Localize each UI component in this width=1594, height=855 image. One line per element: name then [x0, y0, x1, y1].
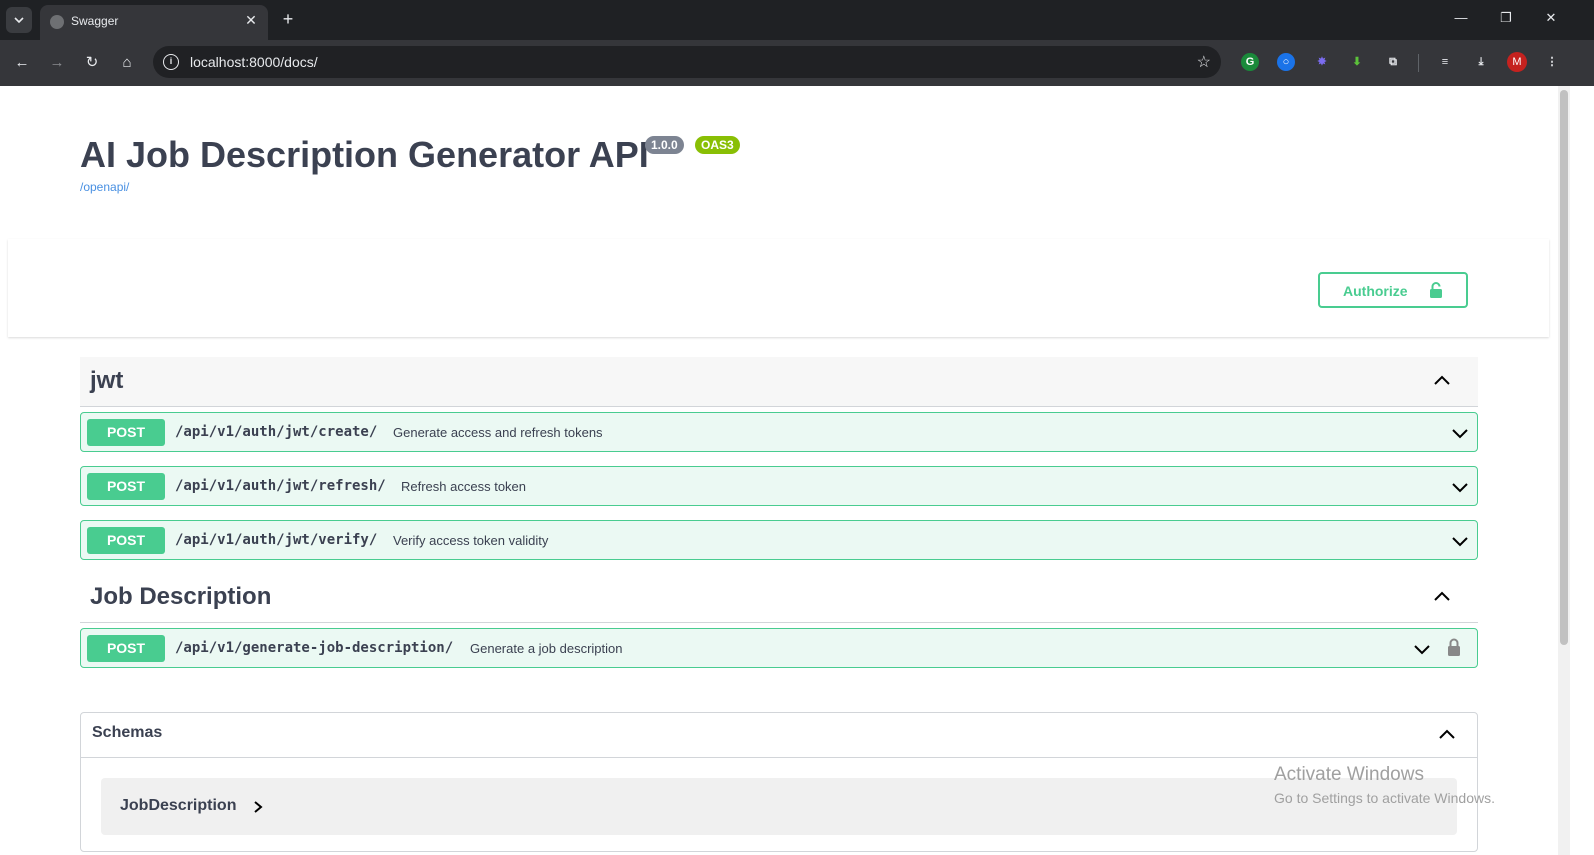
- blue-circle-extension-icon[interactable]: ○: [1277, 53, 1295, 71]
- tag-name: jwt: [90, 367, 124, 394]
- operation-path: /api/v1/auth/jwt/refresh/: [175, 478, 386, 494]
- minimize-icon[interactable]: —: [1451, 10, 1471, 25]
- chevron-up-icon[interactable]: [1432, 371, 1452, 391]
- operation-jwt-verify[interactable]: POST /api/v1/auth/jwt/verify/ Verify acc…: [80, 520, 1478, 560]
- schemas-section: Schemas JobDescription: [80, 712, 1478, 852]
- api-title: AI Job Description Generator API: [80, 134, 649, 175]
- tag-header-job-description[interactable]: Job Description: [80, 573, 1478, 623]
- chevron-up-icon[interactable]: [1432, 587, 1452, 607]
- browser-toolbar: ← → ↻ ⌂ i localhost:8000/docs/ ☆ G ○ ✸ ⬇…: [0, 40, 1594, 86]
- schema-item-jobdescription[interactable]: JobDescription: [101, 778, 1457, 835]
- operation-generate-job-description[interactable]: POST /api/v1/generate-job-description/ G…: [80, 628, 1478, 668]
- version-badge: 1.0.0: [645, 136, 684, 154]
- scrollbar-thumb[interactable]: [1560, 90, 1568, 645]
- download-icon[interactable]: ⤓: [1472, 53, 1490, 71]
- close-window-icon[interactable]: ✕: [1541, 10, 1561, 26]
- oas-badge: OAS3: [695, 136, 740, 154]
- authorize-button[interactable]: Authorize: [1318, 272, 1468, 308]
- tab-title: Swagger: [71, 14, 119, 28]
- method-badge: POST: [87, 635, 165, 662]
- chevron-down-icon: [14, 17, 24, 24]
- activate-windows-watermark: Activate Windows Go to Settings to activ…: [1274, 764, 1495, 806]
- home-icon[interactable]: ⌂: [117, 53, 137, 73]
- tag-header-jwt[interactable]: jwt: [80, 357, 1478, 407]
- globe-icon: [50, 15, 64, 29]
- browser-tab[interactable]: Swagger ✕: [40, 5, 268, 40]
- title-bar: Swagger ✕ + — ❐ ✕: [0, 0, 1594, 40]
- chevron-down-icon[interactable]: [1451, 478, 1469, 496]
- reload-icon[interactable]: ↻: [82, 53, 102, 73]
- watermark-title: Activate Windows: [1274, 764, 1424, 785]
- method-badge: POST: [87, 527, 165, 554]
- authorize-label: Authorize: [1343, 283, 1408, 299]
- purple-star-extension-icon[interactable]: ✸: [1313, 53, 1331, 71]
- browser-window: Swagger ✕ + — ❐ ✕ ← → ↻ ⌂ i localhost:80…: [0, 0, 1594, 855]
- forward-icon[interactable]: →: [47, 53, 67, 73]
- operation-path: /api/v1/auth/jwt/verify/: [175, 532, 378, 548]
- back-icon[interactable]: ←: [12, 53, 32, 73]
- chevron-down-icon[interactable]: [1413, 640, 1431, 658]
- tag-name: Job Description: [90, 583, 272, 610]
- restore-icon[interactable]: ❐: [1496, 10, 1516, 26]
- site-info-icon[interactable]: i: [163, 54, 179, 70]
- unlocked-icon: [1430, 282, 1442, 298]
- schemas-title: Schemas: [92, 724, 163, 741]
- schemas-header[interactable]: Schemas: [81, 713, 1477, 758]
- chevron-up-icon[interactable]: [1437, 725, 1457, 745]
- operation-summary: Generate access and refresh tokens: [393, 425, 603, 440]
- url-text[interactable]: localhost:8000/docs/: [190, 54, 318, 70]
- tag-section-jwt: jwt: [80, 357, 1478, 407]
- close-tab-icon[interactable]: ✕: [242, 11, 260, 29]
- puzzle-icon[interactable]: ⧉: [1384, 53, 1402, 71]
- chevron-down-icon[interactable]: [1451, 532, 1469, 550]
- openapi-spec-link[interactable]: /openapi/: [80, 180, 129, 194]
- media-queue-icon[interactable]: ≡: [1436, 53, 1454, 71]
- new-tab-button[interactable]: +: [278, 9, 298, 29]
- schema-name: JobDescription: [120, 797, 237, 814]
- address-bar[interactable]: i localhost:8000/docs/ ☆: [153, 46, 1221, 78]
- operation-jwt-create[interactable]: POST /api/v1/auth/jwt/create/ Generate a…: [80, 412, 1478, 452]
- chevron-down-icon[interactable]: [1451, 424, 1469, 442]
- tab-search-button[interactable]: [6, 7, 32, 33]
- operation-summary: Verify access token validity: [393, 533, 549, 548]
- operation-path: /api/v1/auth/jwt/create/: [175, 424, 378, 440]
- bookmark-star-icon[interactable]: ☆: [1197, 52, 1211, 72]
- grammarly-icon[interactable]: G: [1241, 53, 1259, 71]
- toolbar-divider: [1418, 54, 1419, 72]
- lock-icon[interactable]: [1447, 638, 1461, 656]
- operation-summary: Generate a job description: [470, 641, 623, 656]
- operation-jwt-refresh[interactable]: POST /api/v1/auth/jwt/refresh/ Refresh a…: [80, 466, 1478, 506]
- operation-path: /api/v1/generate-job-description/: [175, 640, 454, 656]
- method-badge: POST: [87, 473, 165, 500]
- tag-section-job-description: Job Description: [80, 573, 1478, 623]
- swagger-page: AI Job Description Generator API 1.0.0 O…: [0, 86, 1594, 855]
- operation-summary: Refresh access token: [401, 479, 527, 494]
- chevron-right-icon[interactable]: [251, 799, 265, 815]
- profile-avatar[interactable]: M: [1507, 52, 1527, 72]
- scheme-container: Authorize: [8, 239, 1549, 337]
- method-badge: POST: [87, 419, 165, 446]
- watermark-subtitle: Go to Settings to activate Windows.: [1274, 790, 1495, 806]
- menu-kebab-icon[interactable]: ⋮: [1543, 53, 1561, 71]
- green-download-extension-icon[interactable]: ⬇: [1348, 53, 1366, 71]
